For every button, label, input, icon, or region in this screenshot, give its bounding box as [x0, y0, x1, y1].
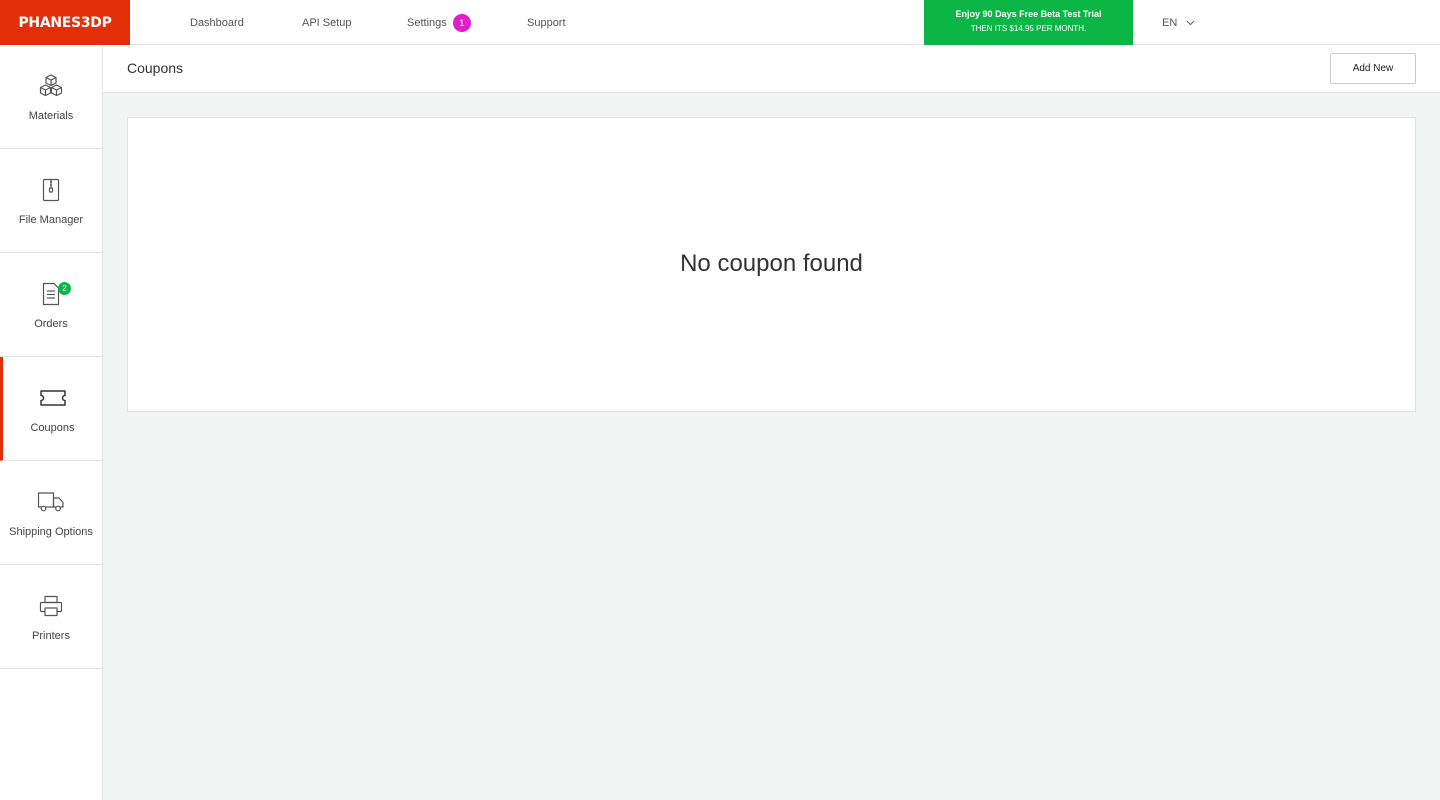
sidebar-item-coupons[interactable]: Coupons [0, 357, 102, 461]
nav-dashboard[interactable]: Dashboard [190, 0, 244, 45]
nav-api-setup-label: API Setup [302, 16, 352, 29]
sidebar-item-label: Shipping Options [9, 526, 93, 538]
coupons-panel: No coupon found [127, 117, 1416, 412]
trial-line-2: THEN ITS $14.95 PER MONTH. [970, 24, 1087, 33]
cubes-icon [37, 72, 65, 100]
sidebar-item-orders[interactable]: 2 Orders [0, 253, 102, 357]
nav-settings[interactable]: Settings 1 [407, 0, 471, 45]
trial-line-1: Enjoy 90 Days Free Beta Test Trial [955, 9, 1102, 19]
brand-logo[interactable]: PHANES3DP [0, 0, 130, 45]
orders-count-badge: 2 [58, 282, 71, 295]
nav-support-label: Support [527, 16, 566, 29]
empty-state-message: No coupon found [680, 250, 863, 277]
sidebar-item-label: Coupons [30, 422, 75, 434]
sidebar-item-file-manager[interactable]: File Manager [0, 149, 102, 253]
sidebar-item-label: Printers [32, 630, 70, 642]
truck-icon [37, 488, 65, 516]
page-title: Coupons [127, 60, 184, 76]
printer-icon [37, 592, 65, 620]
sidebar-item-label: Orders [34, 318, 68, 330]
sidebar-item-printers[interactable]: Printers [0, 565, 102, 669]
settings-notification-badge: 1 [452, 13, 471, 32]
nav-settings-label: Settings [407, 16, 447, 29]
zip-file-icon [37, 176, 65, 204]
ticket-icon [39, 384, 67, 412]
nav-support[interactable]: Support [527, 0, 566, 45]
trial-banner[interactable]: Enjoy 90 Days Free Beta Test Trial THEN … [924, 0, 1133, 45]
add-new-button[interactable]: Add New [1330, 53, 1416, 84]
language-select[interactable]: EN [1162, 0, 1195, 45]
top-bar: PHANES3DP Dashboard API Setup Settings 1… [0, 0, 1440, 45]
sidebar-item-materials[interactable]: Materials [0, 45, 102, 149]
sidebar-item-label: Materials [28, 110, 74, 122]
sidebar: Materials File Manager 2 Orders Coupons … [0, 45, 103, 800]
nav-dashboard-label: Dashboard [190, 16, 244, 29]
sidebar-item-label: File Manager [18, 214, 84, 226]
nav-api-setup[interactable]: API Setup [302, 0, 352, 45]
language-value: EN [1162, 16, 1178, 29]
content-header: Coupons Add New [103, 45, 1440, 93]
chevron-down-icon [1186, 20, 1195, 25]
sidebar-item-shipping-options[interactable]: Shipping Options [0, 461, 102, 565]
